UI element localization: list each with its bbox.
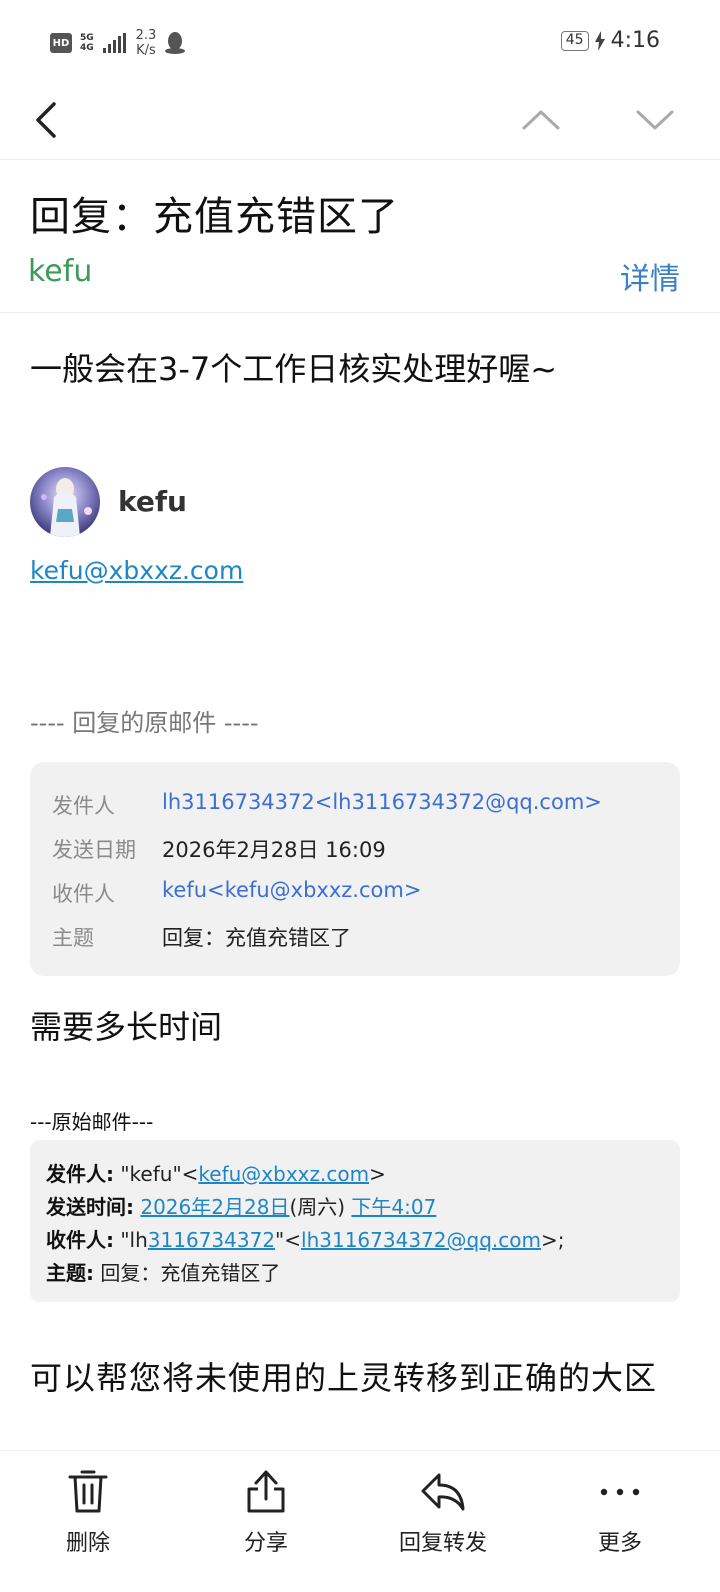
network-type-bottom: 4G [80,43,94,53]
delete-label: 删除 [65,1531,110,1556]
original-to-mid: "< [275,1228,302,1252]
speed-value: 2.3 [135,28,157,43]
original-to-prefix: "lh [114,1228,148,1252]
network-speed: 2.3 K/s [136,28,157,58]
network-type: 5G 4G [80,33,94,53]
original-to-row: 收件人: "lh3116734372"<lh3116734372@qq.com>… [46,1224,564,1253]
original-subject-label: 主题: [46,1261,94,1285]
trash-icon [68,1470,108,1513]
signature-email-link[interactable]: kefu@xbxxz.com [30,556,243,585]
status-left: HD 5G 4G 2.3 K/s [50,28,186,58]
clock: 4:16 [610,28,660,53]
status-bar: HD 5G 4G 2.3 K/s 45 4:16 [0,0,720,86]
body-text-reply: 一般会在3-7个工作日核实处理好喔~ [30,350,558,388]
original-sent-row: 发送时间: 2026年2月28日(周六) 下午4:07 [46,1191,436,1220]
original-subject-row: 主题: 回复：充值充错区了 [46,1257,280,1286]
quoted-to-value[interactable]: kefu<kefu@xbxxz.com> [162,878,421,908]
original-from-label: 发件人: [46,1162,114,1186]
original-to-email-link[interactable]: lh3116734372@qq.com [301,1228,541,1252]
reply-forward-button[interactable]: 回复转发 [373,1469,513,1557]
original-from-name: "kefu"< [114,1162,199,1186]
quoted-header-card: 发件人 lh3116734372<lh3116734372@qq.com> 发送… [30,762,680,976]
details-link[interactable]: 详情 [620,254,680,298]
original-sent-time-link[interactable]: 下午4:07 [351,1195,436,1219]
quoted-subject-row: 主题 回复：充值充错区了 [52,922,351,952]
nav-bar [0,86,720,160]
reply-forward-label: 回复转发 [398,1531,487,1556]
network-type-top: 5G [80,33,94,43]
header-divider [0,312,720,313]
quoted-to-label: 收件人 [52,882,115,906]
charging-icon [594,30,605,51]
original-sent-weekday: (周六) [289,1195,346,1219]
status-right: 45 4:16 [560,28,660,53]
back-arrow-icon[interactable] [28,94,68,144]
share-icon [247,1470,285,1513]
body-text-question: 需要多长时间 [30,1008,223,1046]
more-label: 更多 [597,1531,642,1556]
original-mail-card: 发件人: "kefu"<kefu@xbxxz.com> 发送时间: 2026年2… [30,1140,680,1302]
original-from-close: > [369,1162,386,1186]
sender-name[interactable]: kefu [28,254,92,289]
quoted-from-label: 发件人 [52,794,115,818]
original-to-number-link[interactable]: 3116734372 [148,1228,275,1252]
qq-penguin-icon [165,32,186,54]
more-dots-icon [600,1488,640,1496]
original-sent-date-link[interactable]: 2026年2月28日 [140,1195,289,1219]
original-to-close: >; [540,1228,565,1252]
mail-subject: 回复：充值充错区了 [30,194,399,240]
quoted-date-value: 2026年2月28日 16:09 [162,838,386,862]
original-mail-separator: ---原始邮件--- [30,1110,154,1134]
original-to-label: 收件人: [46,1228,114,1252]
quoted-to-row: 收件人 kefu<kefu@xbxxz.com> [52,878,421,908]
share-label: 分享 [243,1531,288,1556]
quoted-date-label: 发送日期 [52,838,136,862]
share-button[interactable]: 分享 [196,1469,336,1557]
body-text-transfer: 可以帮您将未使用的上灵转移到正确的大区 [30,1359,658,1397]
speed-unit: K/s [136,43,156,58]
more-button[interactable]: 更多 [550,1469,690,1557]
signal-icon [102,33,126,53]
original-subject-value: 回复：充值充错区了 [94,1261,281,1285]
quoted-mail-separator: ---- 回复的原邮件 ---- [30,709,259,737]
quoted-from-row: 发件人 lh3116734372<lh3116734372@qq.com> [52,790,602,820]
original-from-email-link[interactable]: kefu@xbxxz.com [198,1162,369,1186]
quoted-subject-value: 回复：充值充错区了 [162,926,351,950]
quoted-date-row: 发送日期 2026年2月28日 16:09 [52,834,386,864]
quoted-from-value[interactable]: lh3116734372<lh3116734372@qq.com> [162,790,602,820]
original-from-row: 发件人: "kefu"<kefu@xbxxz.com> [46,1158,386,1187]
reply-arrow-icon [421,1473,465,1511]
battery-indicator: 45 [560,30,589,51]
next-mail-chevron-down-icon[interactable] [632,96,678,136]
quoted-subject-label: 主题 [52,926,94,950]
signature-avatar [30,467,100,537]
signature-name: kefu [118,485,187,518]
bottom-toolbar: 删除 分享 回复转发 更多 [0,1450,720,1592]
delete-button[interactable]: 删除 [18,1469,158,1557]
previous-mail-chevron-up-icon[interactable] [518,96,564,136]
original-sent-label: 发送时间: [46,1195,134,1219]
hd-badge: HD [50,33,72,53]
